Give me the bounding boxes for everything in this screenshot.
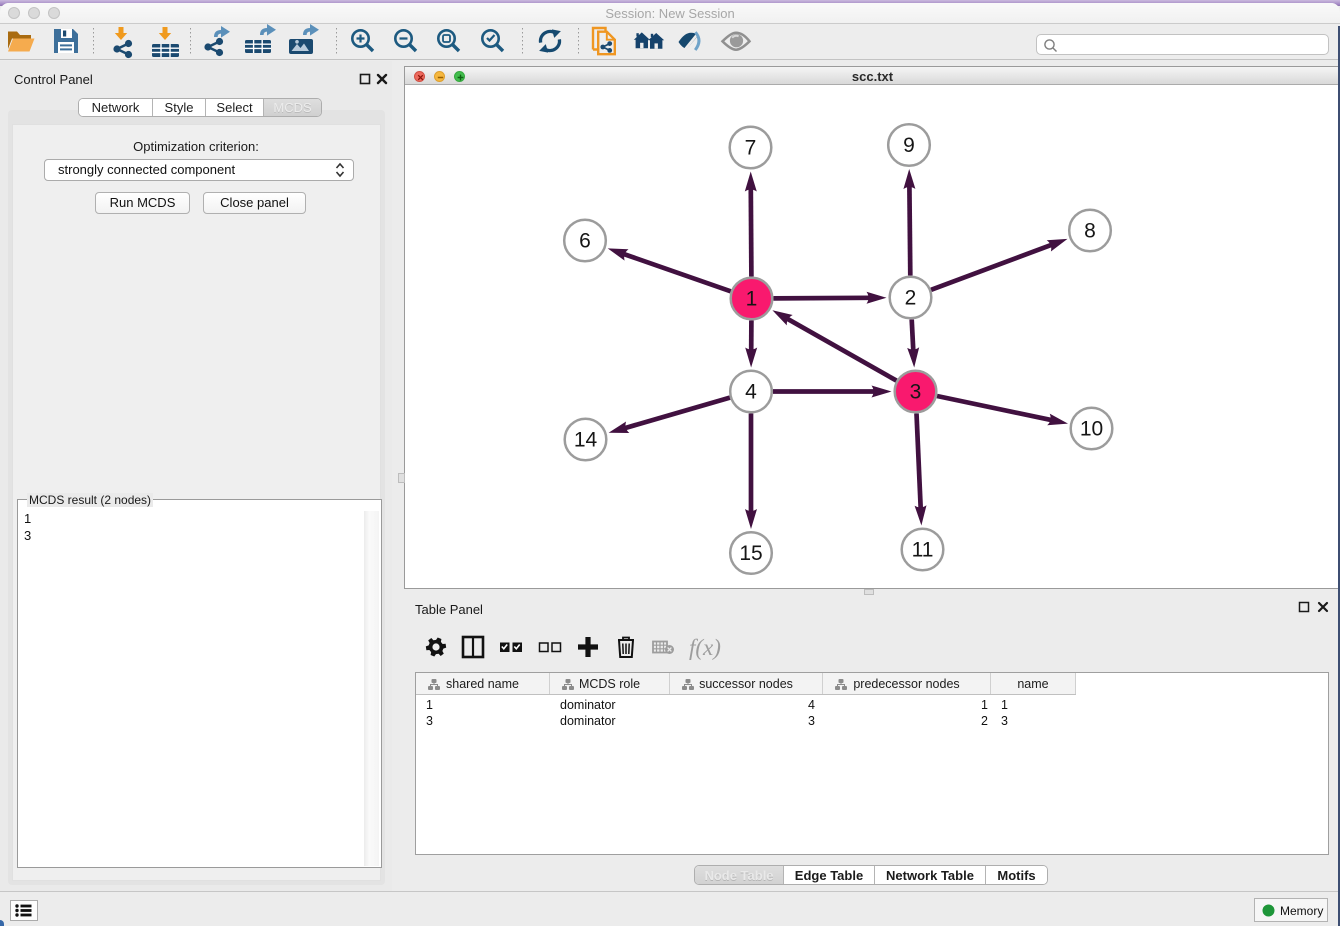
svg-text:9: 9 [903,134,915,157]
svg-text:8: 8 [1084,220,1096,243]
svg-text:10: 10 [1080,418,1103,441]
svg-text:1: 1 [746,288,758,311]
svg-text:15: 15 [739,542,762,565]
svg-text:6: 6 [579,230,591,253]
svg-text:2: 2 [905,287,917,310]
svg-text:f(x): f(x) [689,635,721,660]
svg-text:3: 3 [910,381,922,404]
svg-text:11: 11 [912,539,934,562]
svg-text:7: 7 [745,137,757,160]
svg-text:14: 14 [574,429,598,452]
svg-text:4: 4 [745,381,757,404]
